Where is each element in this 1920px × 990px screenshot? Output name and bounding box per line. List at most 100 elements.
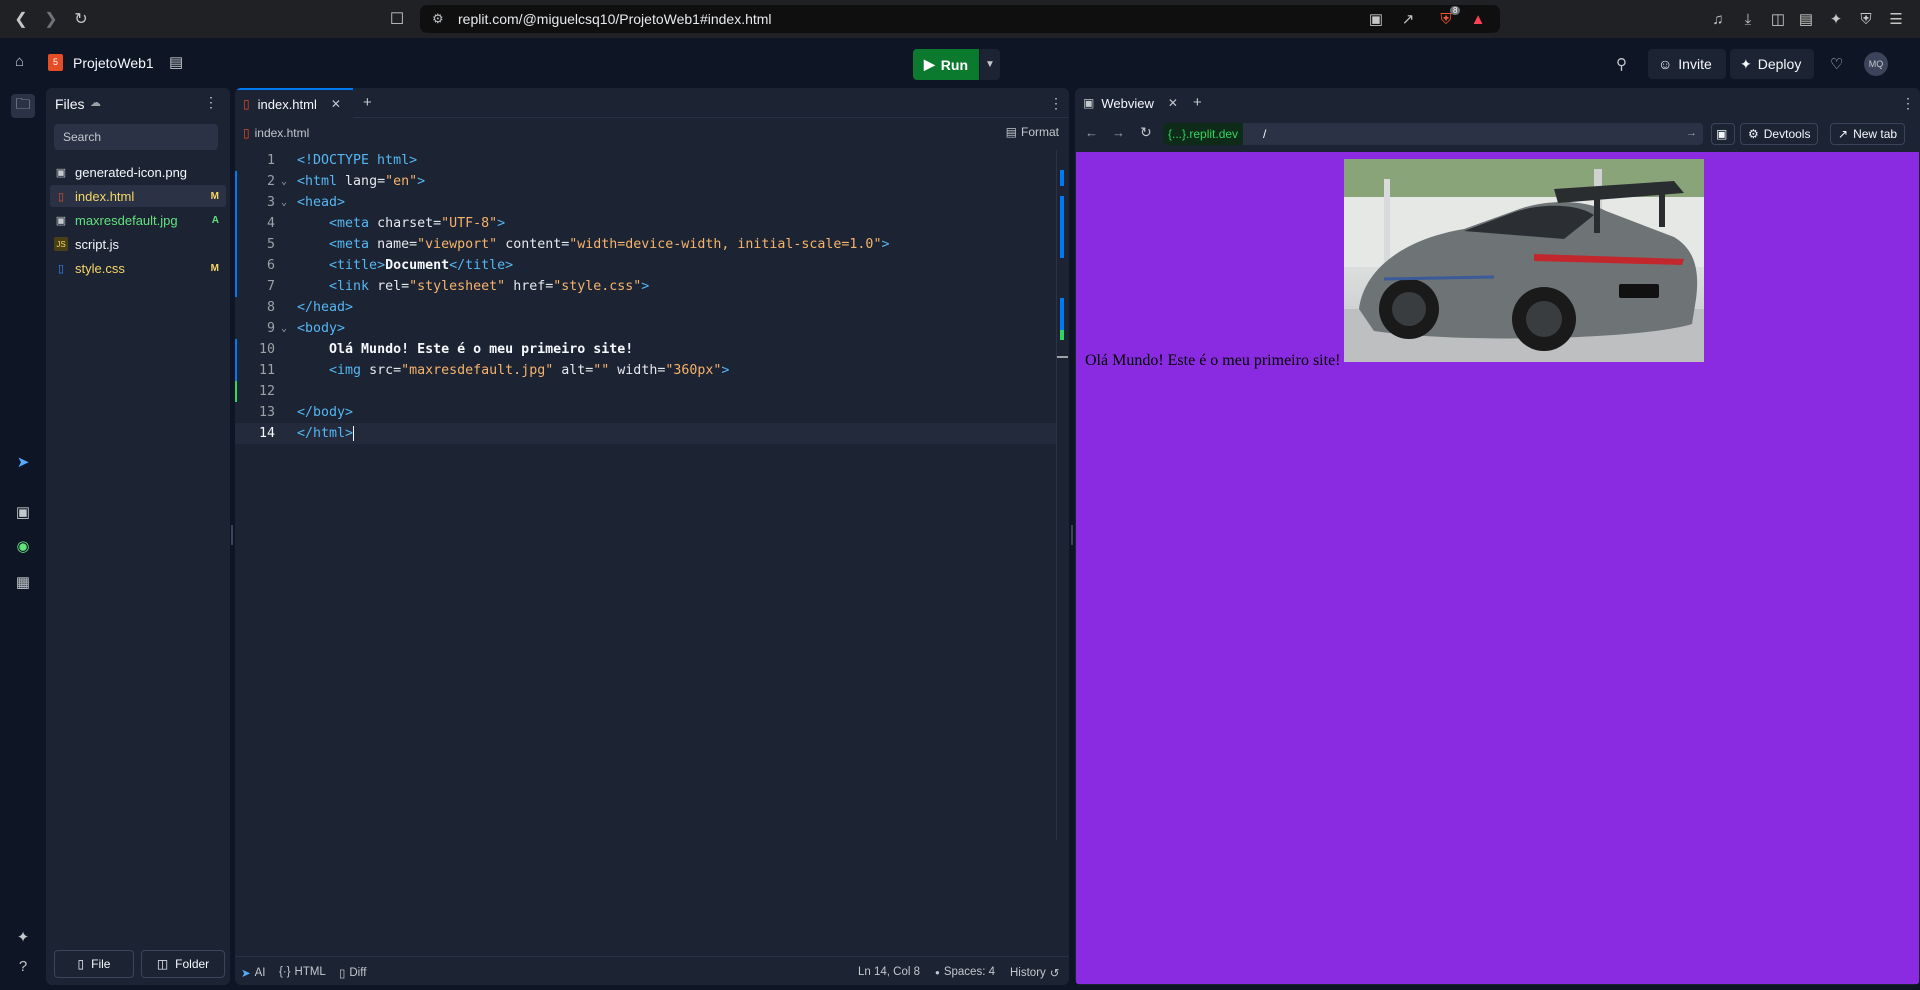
search-icon[interactable]: ⚲ [1616,55,1627,73]
back-icon[interactable]: ← [1085,125,1098,140]
close-icon[interactable]: ✕ [1168,96,1178,110]
more-options-icon[interactable]: ⋮ [1901,95,1915,112]
editor-scrollbar[interactable] [1056,150,1068,840]
rewards-icon[interactable]: ▲ [1466,7,1490,31]
deploy-button[interactable]: ✦ Deploy [1730,49,1814,79]
fold-chevron-icon[interactable]: ⌄ [281,318,287,339]
format-label: Format [1020,125,1059,139]
more-options-icon[interactable]: ⋮ [204,94,218,111]
editor-status-bar: ➤ AI {·} HTML ▯ Diff Ln 14, Col 8 ● Spaces: … [235,956,1069,985]
url-path: / [1263,127,1267,141]
git-status-badge: M [210,190,219,202]
file-item-style-css[interactable]: ▯ style.css M [50,257,226,279]
more-options-icon[interactable]: ⋮ [1049,95,1063,112]
project-name[interactable]: ProjetoWeb1 [73,55,154,71]
code-text: <title>Document</title> [329,258,514,273]
new-tab-button[interactable]: ↗ New tab [1830,123,1906,145]
run-dropdown-button[interactable]: ▼ [980,49,1000,80]
bookmark-icon[interactable]: ☐ [384,7,410,31]
language-label: HTML [294,966,326,978]
code-text: <meta name="viewport" content="width=dev… [329,237,890,252]
tools-grid-icon[interactable]: ▦ [11,570,35,594]
history-icon: ↺ [1049,968,1060,980]
menu-icon[interactable]: ☰ [1884,7,1908,31]
css-file-icon: ▯ [57,262,65,275]
agent-icon[interactable]: ➤ [11,450,35,474]
code-line: 1 <!DOCTYPE html> [235,150,1059,171]
leo-icon[interactable]: ✦ [1824,7,1848,31]
media-icon[interactable]: ♫ [1706,7,1730,31]
site-settings-icon[interactable]: ⚙ [432,11,444,27]
network-icon[interactable]: ◉ [11,534,35,558]
sidebar-icon[interactable]: ◫ [1766,7,1790,31]
tab-webview[interactable]: ▣ Webview ✕ [1075,88,1185,118]
history-button[interactable]: History ↺ [1010,966,1059,980]
language-button[interactable]: {·} HTML [279,966,326,978]
webview-toolbar: ← → ↻ {...}.replit.dev / → ▣ ⚙ Devtools ↗… [1075,118,1920,150]
resize-handle[interactable] [1071,525,1073,545]
diff-button[interactable]: ▯ Diff [339,966,366,980]
deploy-label: Deploy [1757,56,1802,72]
html-file-icon: ▯ [243,126,250,140]
reload-icon[interactable]: ↻ [1140,124,1152,141]
webview-url-bar[interactable]: {...}.replit.dev / → [1163,123,1703,145]
webview-icon[interactable]: ▣ [11,500,35,524]
breadcrumb-file[interactable]: index.html [255,126,310,140]
resize-handle[interactable] [231,525,233,545]
tab-index-html[interactable]: ▯ index.html ✕ [235,88,353,118]
new-file-button[interactable]: ▯ File [54,950,134,978]
ai-icon: ➤ [241,968,251,980]
home-icon[interactable]: ⌂ [15,53,24,70]
file-search-input[interactable] [54,124,218,150]
address-bar[interactable]: ⚙ replit.com/@miguelcsq10/ProjetoWeb1#in… [420,5,1500,33]
share-icon[interactable]: ↗ [1396,7,1420,31]
devtools-button[interactable]: ⚙ Devtools [1740,123,1819,145]
file-item-maxresdefault[interactable]: ▣ maxresdefault.jpg A [50,209,226,231]
bell-icon[interactable]: ♡ [1830,55,1843,73]
files-title: Files [55,96,85,112]
add-tab-icon[interactable]: + [363,94,372,111]
forward-icon[interactable]: → [1112,125,1125,140]
code-text: Olá Mundo! Este é o meu primeiro site! [329,342,634,357]
add-tab-icon[interactable]: + [1193,94,1202,111]
format-button[interactable]: ▤ Format [1006,125,1059,139]
code-line: 9 ⌄ <body> [235,318,1059,339]
device-toggle-button[interactable]: ▣ [1711,123,1735,145]
new-folder-button[interactable]: ◫ Folder [141,950,225,978]
sparkle-icon[interactable]: ✦ [11,925,35,949]
app-header: ⌂ 5 ProjetoWeb1 ▤ ▶ Run ▼ ⚲ ☺ Invite ✦ D… [0,38,1920,88]
reload-icon[interactable]: ↻ [68,7,94,31]
image-file-icon: ▣ [55,166,67,179]
cast-icon[interactable]: ▣ [1364,7,1388,31]
files-icon[interactable]: 🗀 [11,94,35,118]
code-line: 11 <img src="maxresdefault.jpg" alt="" w… [235,360,1059,381]
indentation-button[interactable]: ● Spaces: 4 [935,966,995,978]
code-text: <body> [297,321,346,336]
fold-chevron-icon[interactable]: ⌄ [281,192,287,213]
webview-page: Olá Mundo! Este é o meu primeiro site! [1076,152,1919,984]
file-item-index-html[interactable]: ▯ index.html M [50,185,226,207]
code-line: 13 </body> [235,402,1059,423]
file-item-generated-icon[interactable]: ▣ generated-icon.png [50,161,226,183]
download-icon[interactable]: ⤓ [1736,7,1760,31]
help-icon[interactable]: ? [11,954,35,978]
avatar[interactable]: MQ [1864,52,1888,76]
file-name: style.css [75,260,125,276]
code-area[interactable]: 1 <!DOCTYPE html> 2 ⌄ <html lang="en"> 3 ⌄ <h… [235,150,1059,444]
ai-button[interactable]: ➤ AI [241,966,266,980]
code-line: 8 </head> [235,297,1059,318]
go-arrow-icon[interactable]: → [1686,127,1697,139]
cursor-position[interactable]: Ln 14, Col 8 [858,966,920,978]
project-info-icon[interactable]: ▤ [169,53,183,71]
file-item-script-js[interactable]: JS script.js [50,233,226,255]
editor-panel: ▯ index.html ✕ + ⋮ ▯ index.html ▤ Format… [235,88,1069,985]
close-icon[interactable]: ✕ [331,97,341,111]
fold-chevron-icon[interactable]: ⌄ [281,171,287,192]
wallet-icon[interactable]: ▤ [1794,7,1818,31]
run-button[interactable]: ▶ Run [913,49,979,80]
forward-icon[interactable]: ❯ [38,7,64,31]
vpn-icon[interactable]: ⛨ [1854,7,1878,31]
back-icon[interactable]: ❮ [8,7,34,31]
invite-button[interactable]: ☺ Invite [1648,49,1726,79]
code-line: 12 [235,381,1059,402]
